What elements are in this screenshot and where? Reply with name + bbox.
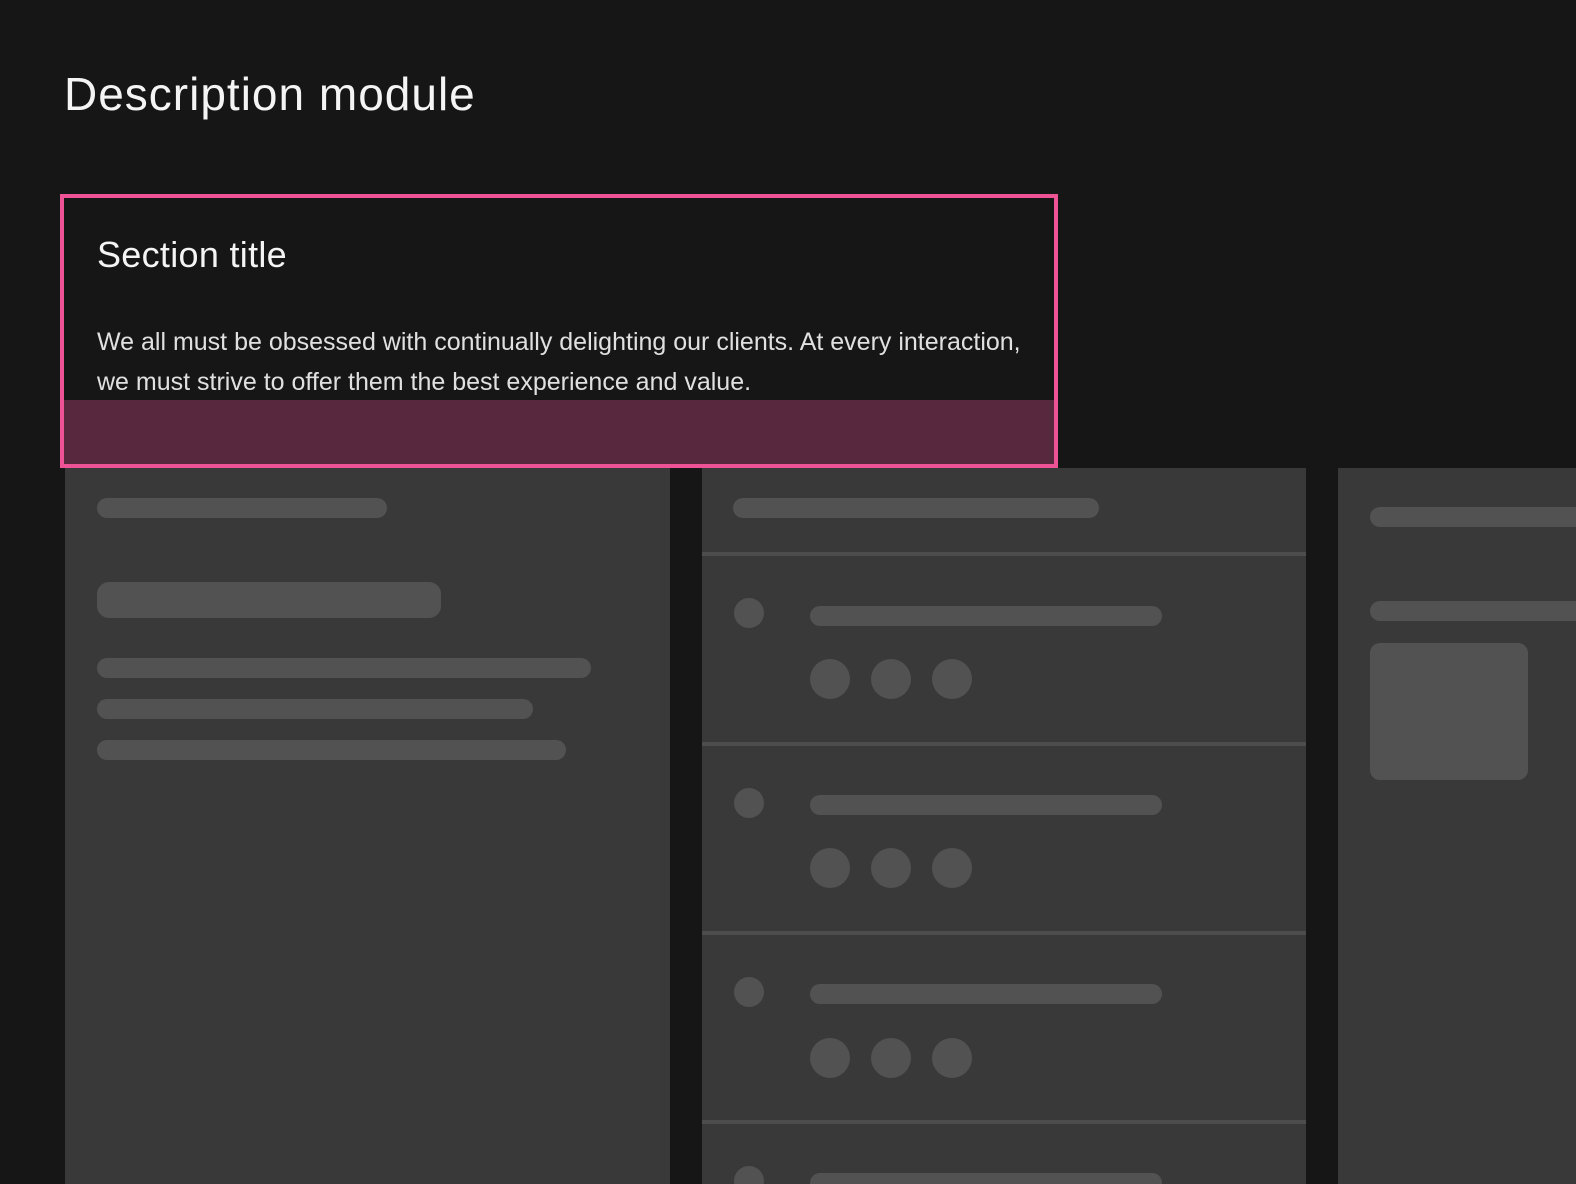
list-divider [702,1120,1306,1124]
skeleton-line [97,740,566,760]
description-module: Section title We all must be obsessed wi… [60,194,1058,468]
skeleton-image [1370,643,1528,780]
skeleton-panel-left [65,468,670,1184]
list-divider [702,742,1306,746]
skeleton-circle [932,848,972,888]
skeleton-circle [932,1038,972,1078]
bottom-padding-highlight [64,400,1054,464]
skeleton-panel-list [702,468,1306,1184]
skeleton-heading [97,582,441,618]
skeleton-circle [810,1038,850,1078]
skeleton-circle [932,659,972,699]
skeleton-line [1370,507,1576,527]
skeleton-line [1370,601,1576,621]
skeleton-line [97,699,533,719]
skeleton-avatar [734,788,764,818]
skeleton-avatar [734,1166,764,1184]
skeleton-circle [871,848,911,888]
skeleton-line [97,498,387,518]
skeleton-line [810,984,1162,1004]
page-title: Description module [64,68,476,120]
skeleton-line [733,498,1099,518]
skeleton-line [810,1173,1162,1184]
skeleton-panel-right [1338,468,1576,1184]
list-divider [702,931,1306,935]
skeleton-circle [810,848,850,888]
skeleton-avatar [734,598,764,628]
skeleton-circle [871,1038,911,1078]
skeleton-line [810,795,1162,815]
skeleton-line [810,606,1162,626]
skeleton-circle [810,659,850,699]
list-divider [702,552,1306,556]
skeleton-circle [871,659,911,699]
skeleton-line [97,658,591,678]
page: Description module Section title We all … [0,0,1576,1184]
section-title: Section title [97,234,287,275]
skeleton-avatar [734,977,764,1007]
section-description: We all must be obsessed with continually… [97,328,1021,396]
